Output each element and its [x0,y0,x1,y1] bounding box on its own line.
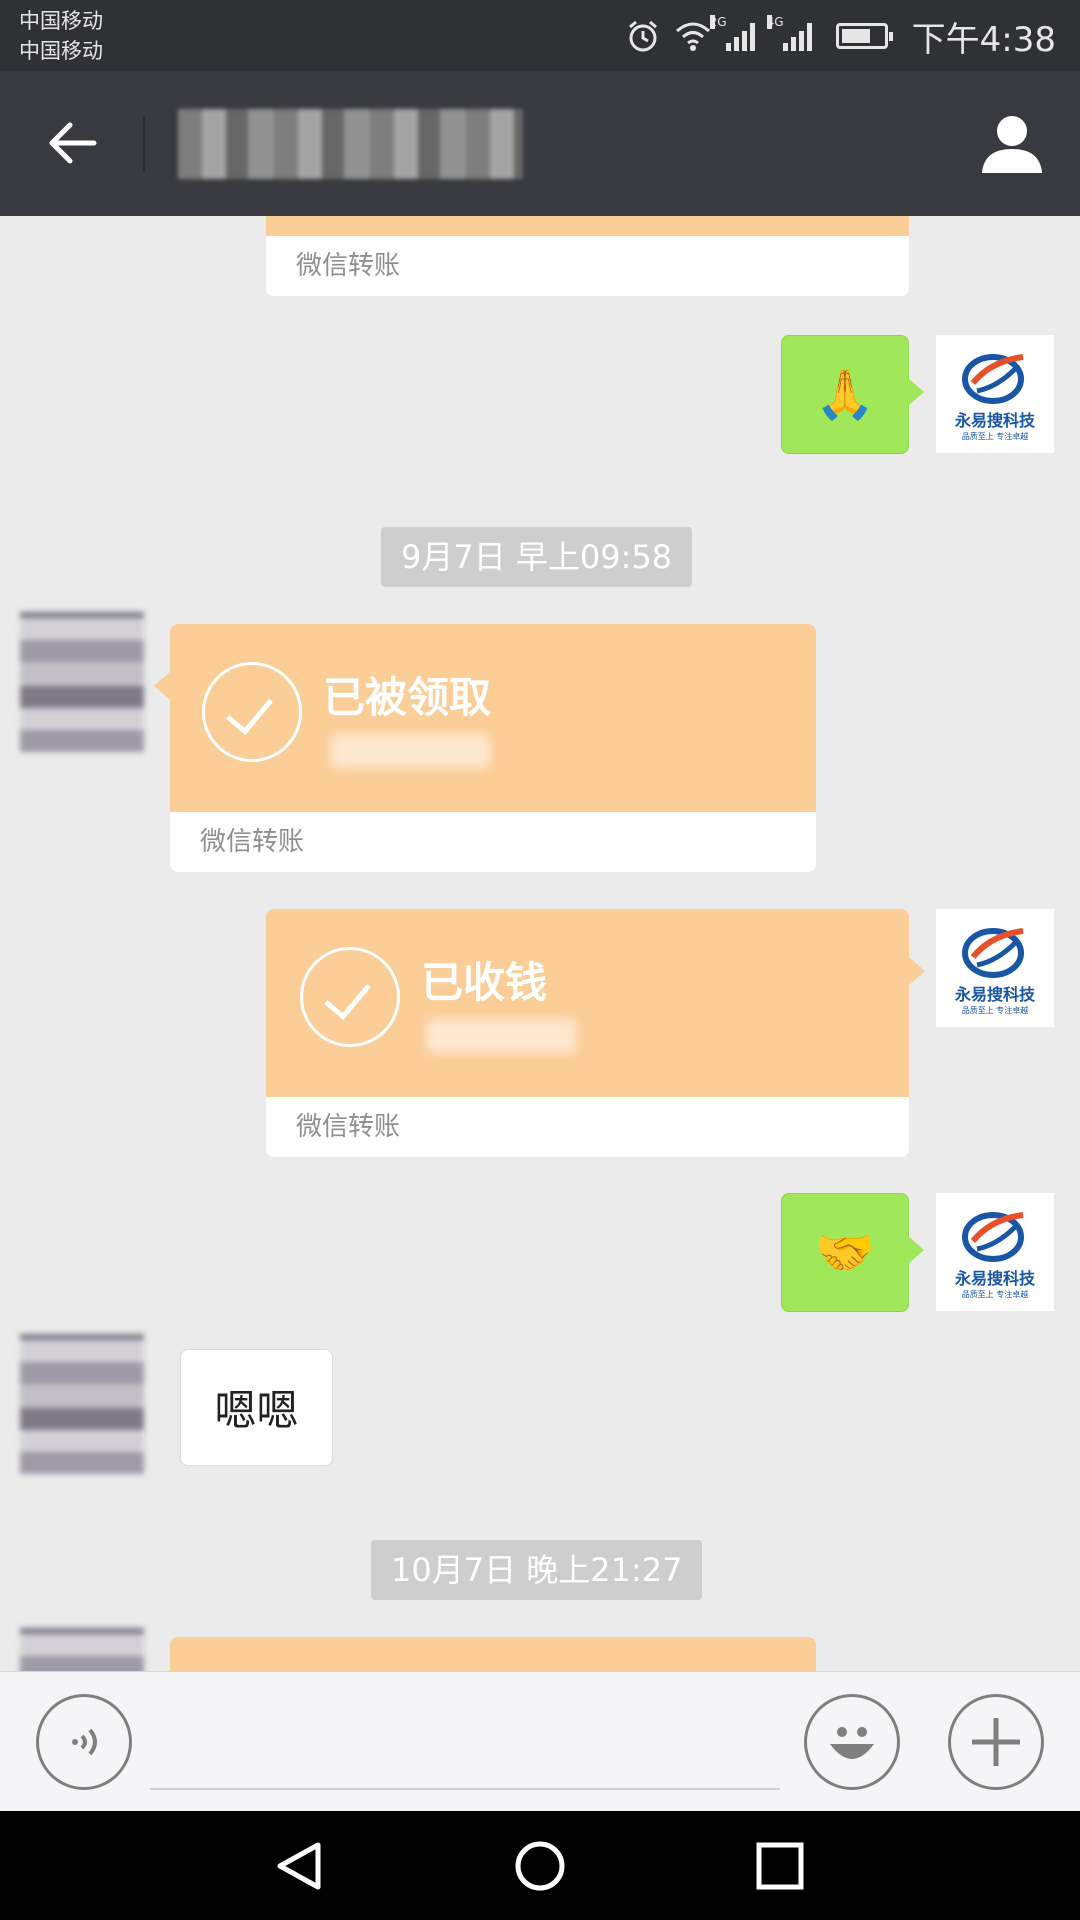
contact-avatar[interactable] [20,612,144,752]
amount-redacted [330,734,490,768]
carrier-names: 中国移动 中国移动 [19,6,103,66]
system-nav-bar [0,1811,1080,1920]
chat-header [0,71,1080,216]
more-button[interactable] [948,1694,1044,1790]
voice-button[interactable] [36,1694,132,1790]
contact-avatar[interactable] [20,1334,144,1474]
text-message[interactable]: 嗯嗯 [180,1349,333,1466]
signal-4g-icon: 4G [766,15,812,51]
brand-name: 永易搜科技 [954,984,1035,1004]
handshake-emoji: 🤝 [815,1225,875,1281]
status-bar: 中国移动 中国移动 2G 4G 下午4:38 [0,0,1080,71]
transfer-message-2[interactable]: 已被领取 微信转账 [154,624,816,872]
contact-avatar[interactable] [20,1628,144,1671]
transfer-message-4[interactable] [170,1637,816,1671]
net-4g-label: 4G [766,15,784,29]
transfer-status: 已被领取 [323,673,492,722]
nav-back-icon[interactable] [272,1839,326,1893]
pray-emoji: 🙏 [815,367,875,423]
brand-slogan: 品质至上 专注卓越 [961,431,1029,441]
transfer-label: 微信转账 [266,236,909,296]
check-circle-icon [202,662,302,762]
avatar[interactable]: 永易搜科技 品质至上 专注卓越 [936,335,1054,453]
transfer-label: 微信转账 [266,1097,909,1157]
signal-2g-icon: 2G [709,15,755,51]
brand-slogan: 品质至上 专注卓越 [961,1289,1029,1299]
emoji-bubble-pray[interactable]: 🙏 [781,335,924,454]
emoji-button[interactable] [804,1694,900,1790]
plus-icon [972,1718,1020,1766]
timestamp: 9月7日 早上09:58 [381,527,693,587]
nav-recents-icon[interactable] [753,1839,807,1893]
wifi-icon [675,22,710,51]
brand-logo-icon [962,927,1024,978]
carrier-1: 中国移动 [19,9,103,33]
status-icons: 2G 4G 下午4:38 [626,14,1056,60]
input-bar [0,1671,1080,1811]
person-icon[interactable] [980,111,1044,175]
transfer-message-3[interactable]: 已收钱 微信转账 [266,909,925,1157]
voice-icon [72,1728,97,1756]
timestamp: 10月7日 晚上21:27 [371,1540,703,1600]
brand-name: 永易搜科技 [954,410,1035,430]
header-divider [143,116,145,172]
chat-area[interactable]: 微信转账 🙏 永易搜科技 品质至上 专注卓越 9月7日 早上09:58 已被领取… [0,216,1080,1671]
alarm-icon [628,20,657,52]
arrow-left-icon[interactable] [44,115,100,171]
check-circle-icon [300,947,400,1047]
message-input[interactable] [150,1788,780,1790]
smiley-icon [830,1727,874,1759]
avatar[interactable]: 永易搜科技 品质至上 专注卓越 [936,1193,1054,1311]
battery-icon [835,23,893,49]
clock: 下午4:38 [911,19,1056,60]
message-text: 嗯嗯 [214,1386,299,1435]
amount-redacted [426,1019,576,1053]
brand-slogan: 品质至上 专注卓越 [961,1005,1029,1015]
brand-logo-icon [962,1211,1024,1262]
chat-title-redacted [178,109,523,179]
emoji-bubble-handshake[interactable]: 🤝 [781,1193,924,1312]
net-2g-label: 2G [709,15,727,29]
transfer-label: 微信转账 [170,812,816,872]
avatar[interactable]: 永易搜科技 品质至上 专注卓越 [936,909,1054,1027]
carrier-2: 中国移动 [19,39,103,63]
brand-logo-icon [962,353,1024,404]
transfer-status: 已收钱 [421,958,548,1007]
brand-name: 永易搜科技 [954,1268,1035,1288]
transfer-message-1[interactable]: 微信转账 [266,216,909,296]
nav-home-icon[interactable] [513,1839,567,1893]
